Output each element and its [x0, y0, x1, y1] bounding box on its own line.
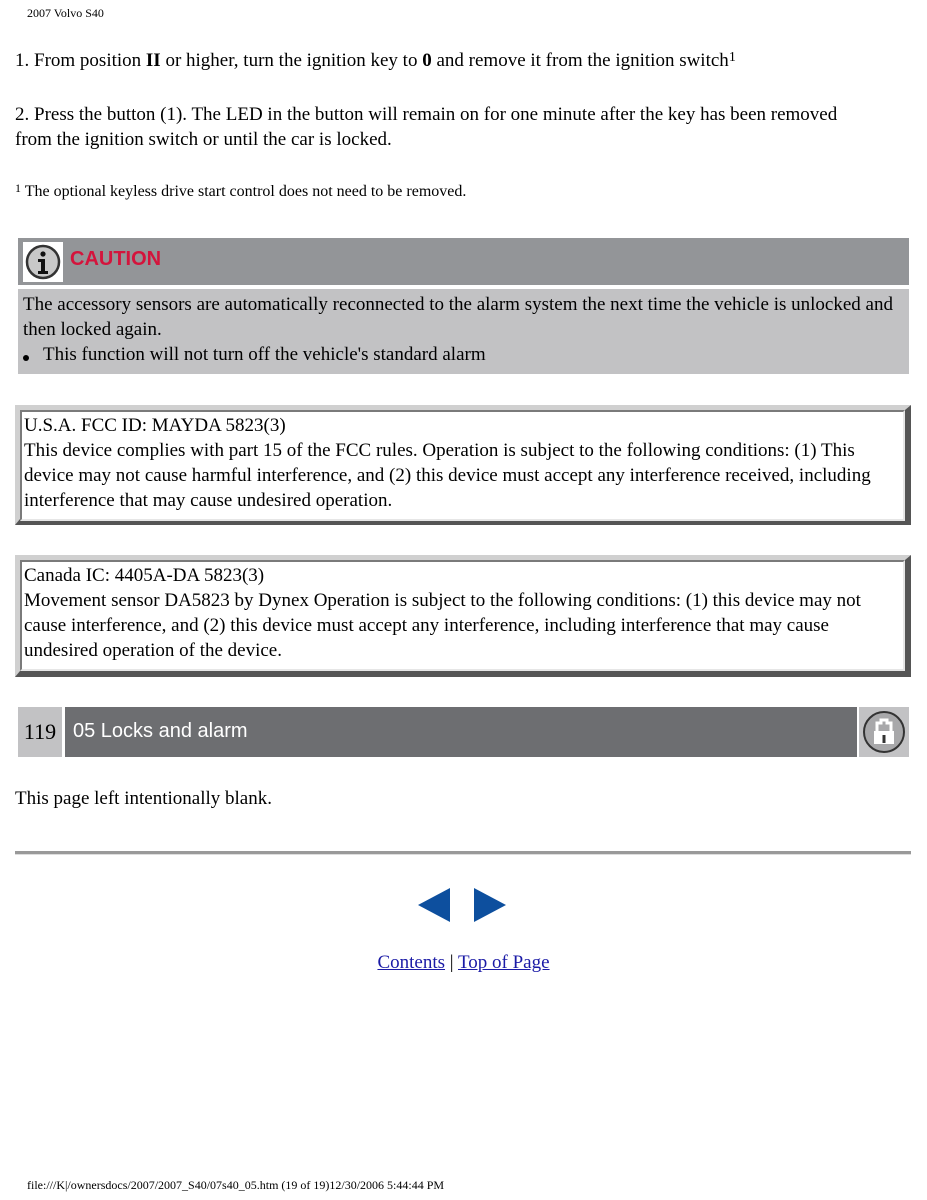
fcc-notice-box: U.S.A. FCC ID: MAYDA 5823(3) This device…: [15, 405, 911, 525]
page-navigation: [418, 886, 510, 926]
document-header-title: 2007 Volvo S40: [27, 6, 104, 20]
page-url-footer: file:///K|/ownersdocs/2007/2007_S40/07s4…: [27, 1178, 445, 1192]
arrow-left-icon[interactable]: [418, 886, 450, 929]
contents-link[interactable]: Contents: [377, 952, 445, 973]
footnote-text: The optional keyless drive start control…: [21, 183, 467, 200]
section-title: 05 Locks and alarm: [73, 720, 248, 742]
caution-header: CAUTION: [18, 238, 909, 285]
step-1: 1. From position II or higher, turn the …: [15, 48, 915, 73]
horizontal-divider: [15, 851, 911, 855]
footnote-reference: 1: [728, 50, 736, 65]
caution-bullet-text: This function will not turn off the vehi…: [43, 344, 486, 365]
canada-notice-box: Canada IC: 4405A-DA 5823(3) Movement sen…: [15, 555, 911, 677]
step-1-text-middle: or higher, turn the ignition key to: [160, 50, 423, 71]
footnote-marker: 1: [15, 181, 21, 195]
page-number: 119: [18, 707, 62, 757]
caution-body: The accessory sensors are automatically …: [18, 289, 909, 374]
fcc-id: U.S.A. FCC ID: MAYDA 5823(3): [24, 415, 286, 436]
link-separator: |: [449, 952, 454, 973]
caution-label: CAUTION: [70, 248, 162, 270]
footer-links: Contents | Top of Page: [0, 952, 927, 974]
top-of-page-link[interactable]: Top of Page: [458, 952, 550, 973]
ignition-position-ii: II: [145, 50, 161, 71]
canada-ic-id: Canada IC: 4405A-DA 5823(3): [24, 565, 265, 586]
step-2: 2. Press the button (1). The LED in the …: [15, 104, 838, 150]
caution-text: The accessory sensors are automatically …: [23, 294, 893, 340]
info-icon: [23, 242, 63, 282]
canada-statement: Movement sensor DA5823 by Dynex Operatio…: [24, 590, 861, 661]
footnote: 1 The optional keyless drive start contr…: [15, 181, 467, 201]
blank-page-notice: This page left intentionally blank.: [15, 788, 272, 809]
arrow-right-icon[interactable]: [474, 886, 506, 929]
step-1-text: 1. From position: [15, 50, 146, 71]
caution-bullet: This function will not turn off the vehi…: [23, 342, 486, 367]
step-1-text-end: and remove it from the ignition switch: [431, 50, 729, 71]
ignition-position-0: 0: [422, 50, 432, 71]
section-title-bar: 05 Locks and alarm: [65, 707, 857, 757]
fcc-statement: This device complies with part 15 of the…: [24, 440, 871, 511]
padlock-icon: [859, 707, 909, 757]
bullet-icon: [23, 354, 29, 361]
